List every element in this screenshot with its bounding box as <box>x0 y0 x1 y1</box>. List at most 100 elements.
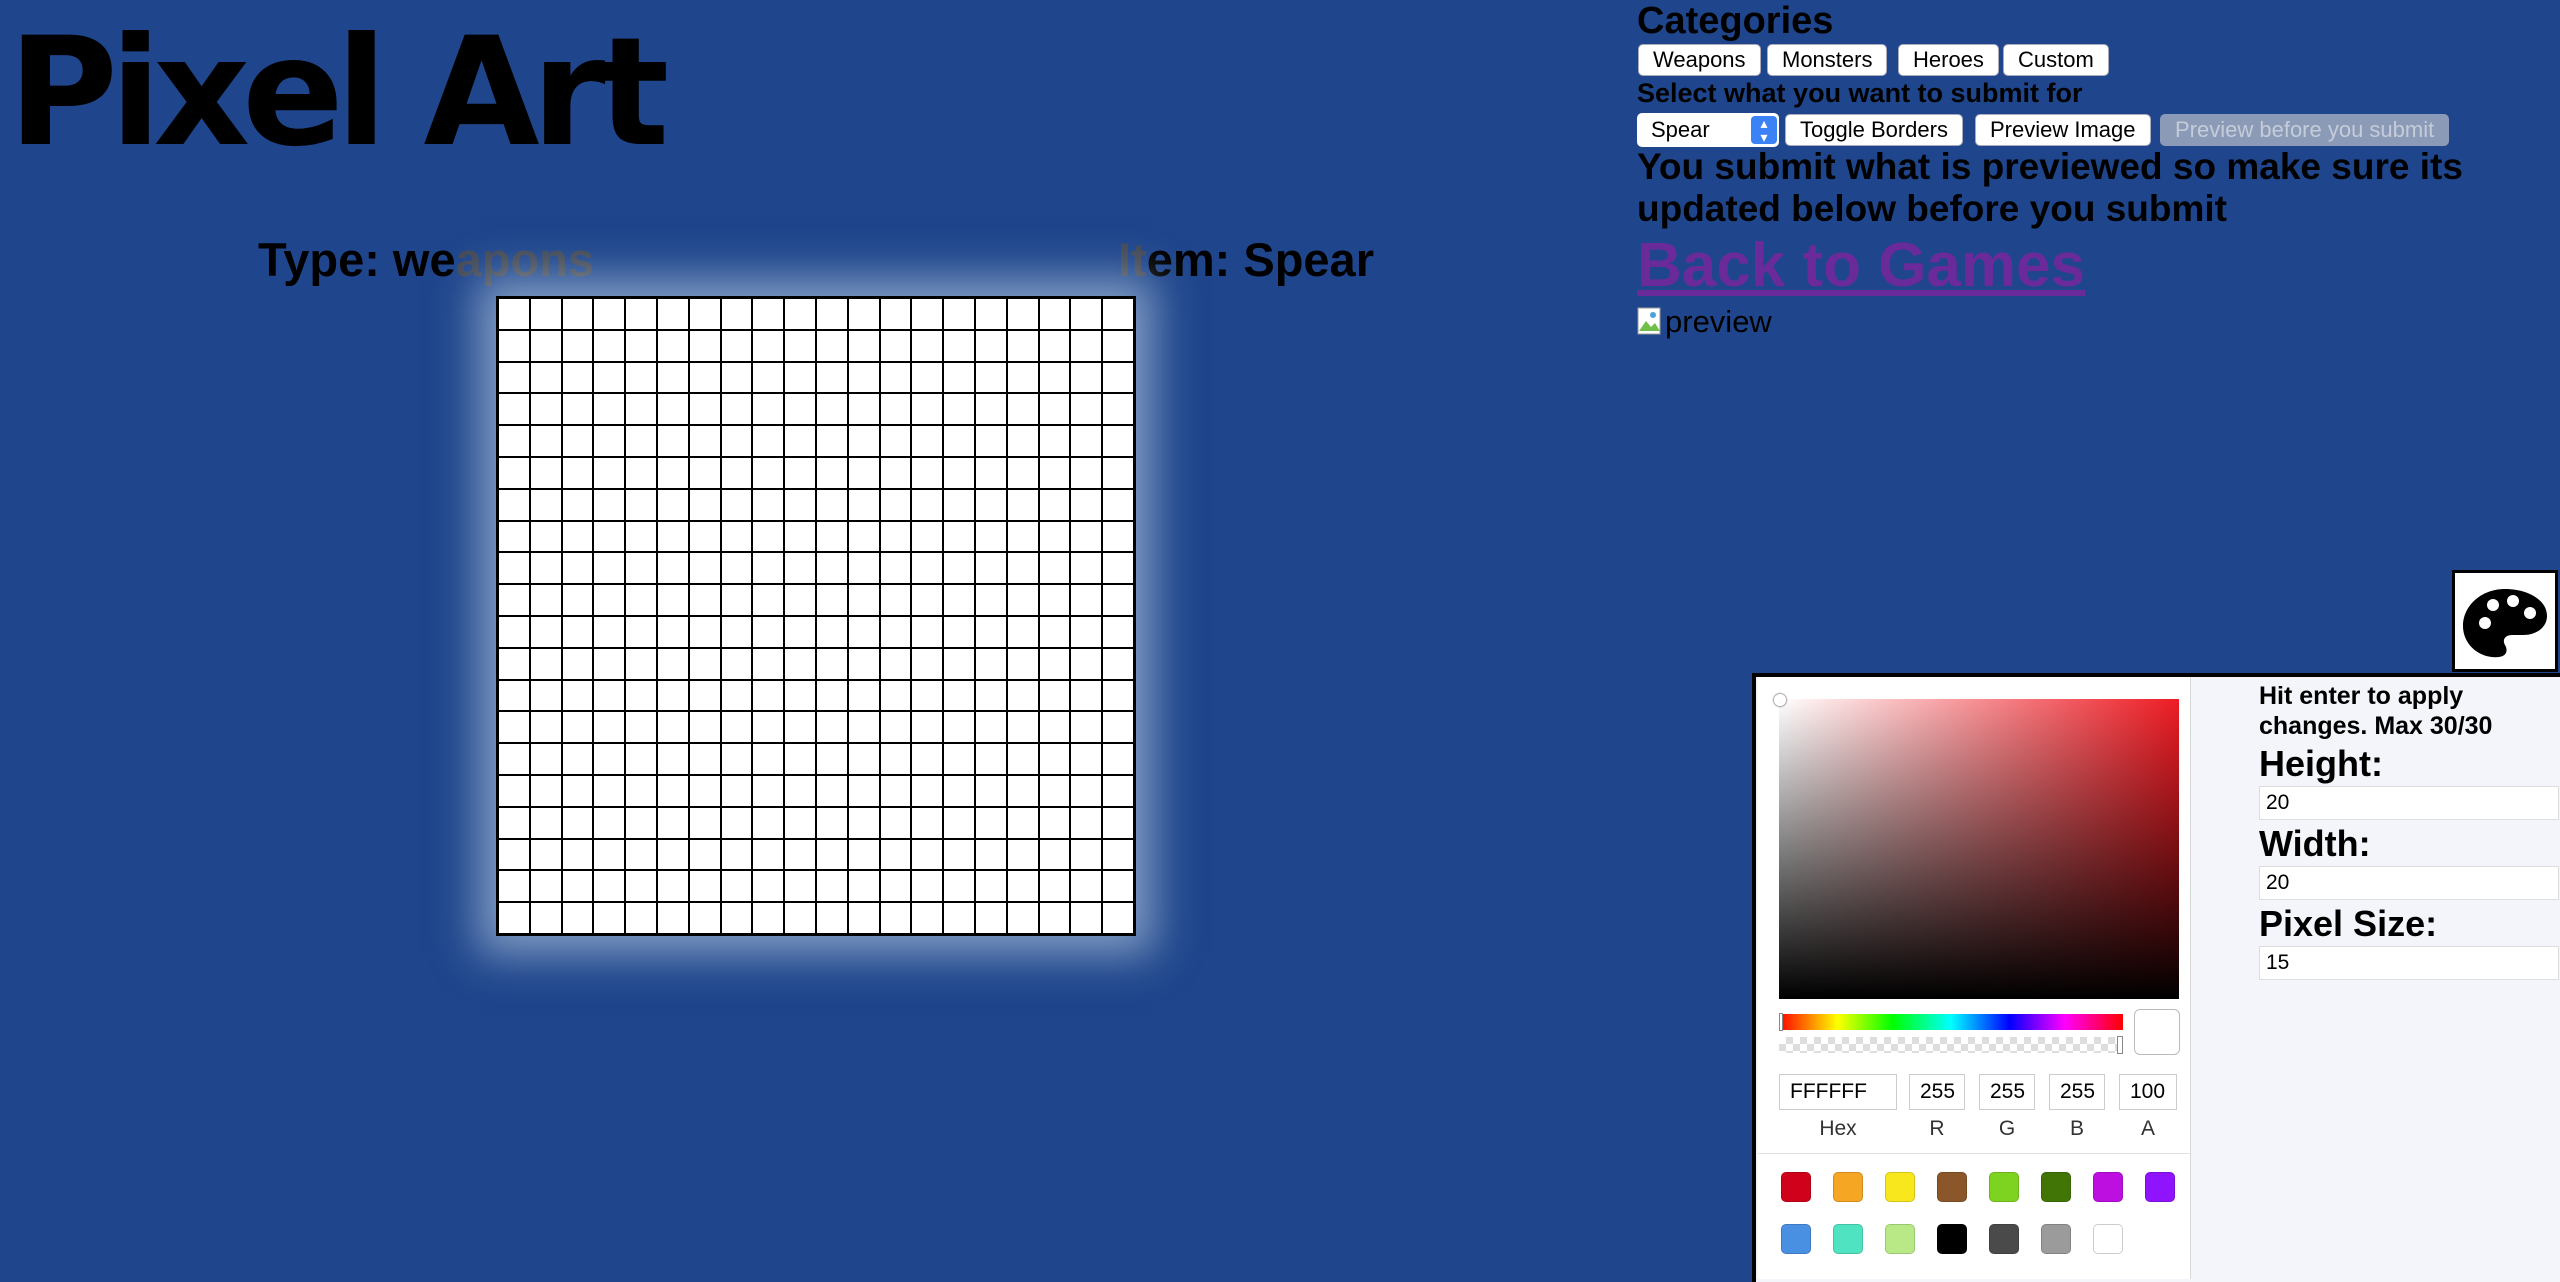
pixel-cell[interactable] <box>498 488 530 521</box>
pixel-cell[interactable] <box>1006 870 1039 903</box>
pixel-cell[interactable] <box>911 838 944 871</box>
pixel-cell[interactable] <box>784 584 816 616</box>
preset-swatch[interactable] <box>1833 1224 1863 1254</box>
pixel-cell[interactable] <box>656 425 689 457</box>
pixel-cell[interactable] <box>1006 743 1039 775</box>
pixel-cell[interactable] <box>1006 361 1039 394</box>
pixel-cell[interactable] <box>720 870 753 903</box>
pixel-cell[interactable] <box>656 584 689 616</box>
pixel-cell[interactable] <box>1006 552 1039 585</box>
pixel-cell[interactable] <box>529 298 562 330</box>
pixel-cell[interactable] <box>529 647 562 680</box>
pixel-cell[interactable] <box>561 838 594 871</box>
pixel-cell[interactable] <box>943 711 975 744</box>
pixel-cell[interactable] <box>943 679 975 712</box>
preview-image-button[interactable]: Preview Image <box>1975 114 2151 146</box>
pixel-cell[interactable] <box>815 298 848 330</box>
pixel-cell[interactable] <box>943 393 975 426</box>
pixel-cell[interactable] <box>625 806 657 839</box>
pixel-cell[interactable] <box>815 679 848 712</box>
pixel-cell[interactable] <box>879 743 912 775</box>
pixel-cell[interactable] <box>1102 647 1134 680</box>
pixel-cell[interactable] <box>879 393 912 426</box>
pixel-cell[interactable] <box>1038 870 1071 903</box>
pixel-cell[interactable] <box>688 870 721 903</box>
pixel-cell[interactable] <box>847 615 880 648</box>
pixel-cell[interactable] <box>656 329 689 362</box>
pixel-cell[interactable] <box>498 870 530 903</box>
saturation-handle[interactable] <box>1774 694 1786 706</box>
pixel-cell[interactable] <box>561 743 594 775</box>
pixel-cell[interactable] <box>720 838 753 871</box>
pixel-cell[interactable] <box>720 774 753 807</box>
pixel-cell[interactable] <box>593 361 626 394</box>
pixel-cell[interactable] <box>656 552 689 585</box>
pixel-cell[interactable] <box>1038 425 1071 457</box>
pixel-cell[interactable] <box>1006 679 1039 712</box>
pixel-cell[interactable] <box>847 425 880 457</box>
pixel-cell[interactable] <box>752 743 785 775</box>
pixel-cell[interactable] <box>656 488 689 521</box>
pixel-cell[interactable] <box>752 488 785 521</box>
pixel-cell[interactable] <box>879 584 912 616</box>
pixel-cell[interactable] <box>656 456 689 489</box>
pixel-cell[interactable] <box>720 488 753 521</box>
pixel-cell[interactable] <box>815 711 848 744</box>
pixel-cell[interactable] <box>911 552 944 585</box>
pixel-cell[interactable] <box>1006 520 1039 553</box>
pixel-cell[interactable] <box>1102 774 1134 807</box>
pixel-cell[interactable] <box>720 298 753 330</box>
pixel-cell[interactable] <box>688 838 721 871</box>
height-input[interactable] <box>2259 786 2559 820</box>
pixel-cell[interactable] <box>498 584 530 616</box>
pixel-cell[interactable] <box>1038 584 1071 616</box>
pixel-cell[interactable] <box>688 393 721 426</box>
pixel-cell[interactable] <box>1006 584 1039 616</box>
pixel-cell[interactable] <box>656 679 689 712</box>
pixel-cell[interactable] <box>879 425 912 457</box>
pixel-cell[interactable] <box>593 743 626 775</box>
pixel-cell[interactable] <box>752 870 785 903</box>
pixel-cell[interactable] <box>752 425 785 457</box>
pixel-cell[interactable] <box>1070 298 1103 330</box>
pixel-cell[interactable] <box>1102 679 1134 712</box>
pixel-cell[interactable] <box>498 743 530 775</box>
pixel-cell[interactable] <box>1038 329 1071 362</box>
pixel-cell[interactable] <box>1006 615 1039 648</box>
pixel-cell[interactable] <box>688 298 721 330</box>
pixel-cell[interactable] <box>974 902 1007 934</box>
pixel-cell[interactable] <box>879 647 912 680</box>
pixel-cell[interactable] <box>1102 552 1134 585</box>
pixel-cell[interactable] <box>784 647 816 680</box>
pixel-cell[interactable] <box>974 393 1007 426</box>
pixel-cell[interactable] <box>1038 393 1071 426</box>
pixel-cell[interactable] <box>847 679 880 712</box>
pixel-cell[interactable] <box>911 647 944 680</box>
pixel-cell[interactable] <box>498 520 530 553</box>
pixel-cell[interactable] <box>1102 361 1134 394</box>
pixel-cell[interactable] <box>1038 774 1071 807</box>
preset-swatch[interactable] <box>2093 1172 2123 1202</box>
pixel-cell[interactable] <box>688 329 721 362</box>
pixel-cell[interactable] <box>561 298 594 330</box>
pixel-cell[interactable] <box>593 902 626 934</box>
pixel-cell[interactable] <box>561 552 594 585</box>
preset-swatch[interactable] <box>1885 1172 1915 1202</box>
pixel-cell[interactable] <box>847 520 880 553</box>
pixel-cell[interactable] <box>943 456 975 489</box>
preset-swatch[interactable] <box>1989 1172 2019 1202</box>
pixel-cell[interactable] <box>943 902 975 934</box>
category-weapons-button[interactable]: Weapons <box>1638 44 1761 76</box>
toggle-borders-button[interactable]: Toggle Borders <box>1785 114 1963 146</box>
pixel-cell[interactable] <box>656 647 689 680</box>
pixel-cell[interactable] <box>879 552 912 585</box>
pixel-cell[interactable] <box>943 425 975 457</box>
pixel-cell[interactable] <box>911 774 944 807</box>
pixel-cell[interactable] <box>625 902 657 934</box>
pixel-cell[interactable] <box>1038 298 1071 330</box>
pixel-cell[interactable] <box>625 615 657 648</box>
pixel-cell[interactable] <box>656 361 689 394</box>
red-input[interactable]: 255 <box>1909 1074 1965 1110</box>
pixel-cell[interactable] <box>529 552 562 585</box>
pixel-cell[interactable] <box>529 870 562 903</box>
